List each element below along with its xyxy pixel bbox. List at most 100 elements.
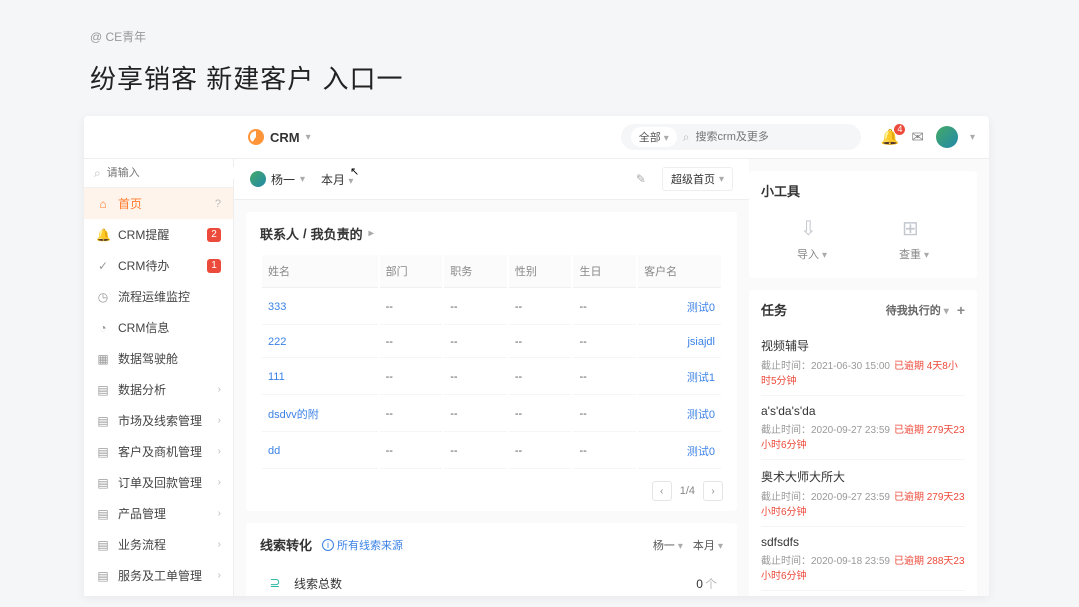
metric-label: 线索总数 — [294, 575, 342, 592]
chevron-down-icon: ▾ — [970, 132, 975, 143]
contact-name[interactable]: 222 — [262, 327, 378, 358]
chevron-right-icon: › — [218, 539, 221, 550]
column-header: 客户名 — [638, 255, 721, 288]
inbox-icon[interactable]: ✉ — [911, 128, 924, 146]
column-header: 性别 — [509, 255, 572, 288]
brand-icon — [248, 129, 264, 145]
task-item[interactable]: zxvx 截止时间：2020-09-18 23:59已逾期 288天23小时6分… — [761, 591, 965, 596]
table-row[interactable]: 222 ---- ---- jsiajdl — [262, 327, 721, 358]
sidebar-item-label: 市场及线索管理 — [118, 412, 210, 429]
sidebar-item[interactable]: ▤ 订单及回款管理 › — [84, 467, 233, 498]
customer-link[interactable]: 测试0 — [638, 290, 721, 325]
task-item[interactable]: 视频辅导 截止时间：2021-06-30 15:00已逾期 4天8小时5分钟 — [761, 329, 965, 396]
overdue-badge: 已逾期 288天23小时6分钟 — [761, 556, 965, 582]
overdue-badge: 已逾期 279天23小时6分钟 — [761, 425, 965, 451]
next-page-button[interactable]: › — [703, 481, 723, 501]
task-item[interactable]: a's'da's'da 截止时间：2020-09-27 23:59已逾期 279… — [761, 396, 965, 460]
menu-icon: 🔔 — [96, 228, 110, 242]
sidebar-item[interactable]: ◔ CRM信息 — [84, 312, 233, 343]
task-deadline: 截止时间：2021-06-30 15:00已逾期 4天8小时5分钟 — [761, 357, 965, 387]
sidebar-item[interactable]: ◷ 流程运维监控 — [84, 281, 233, 312]
search-icon: ⌕ — [683, 130, 690, 145]
search-icon: ⌕ — [94, 166, 101, 181]
tasks-widget: 任务 待我执行的 ▾ + 视频辅导 截止时间：2021-06-30 15:00已… — [749, 290, 977, 596]
table-row[interactable]: 333 ---- ---- 测试0 — [262, 290, 721, 325]
menu-icon: ▤ — [96, 445, 110, 459]
sidebar-item[interactable]: ▤ 数据分析 › — [84, 374, 233, 405]
prev-page-button[interactable]: ‹ — [652, 481, 672, 501]
sidebar-item-label: CRM待办 — [118, 257, 199, 274]
customer-link[interactable]: 测试0 — [638, 434, 721, 469]
customer-link[interactable]: 测试0 — [638, 397, 721, 432]
sidebar-item[interactable]: ✓ CRM待办 1 — [84, 250, 233, 281]
sidebar-item[interactable]: ⌂ 首页 ? — [84, 188, 233, 219]
menu-icon: ▤ — [96, 538, 110, 552]
chevron-right-icon: › — [218, 446, 221, 457]
search-input[interactable] — [696, 131, 851, 143]
sidebar-item[interactable]: ▤ 产品管理 › — [84, 498, 233, 529]
filter-user-dropdown[interactable]: 杨一 ▾ — [250, 171, 305, 188]
sidebar-item[interactable]: ▤ 客户及商机管理 › — [84, 436, 233, 467]
attribution: @ CE青年 — [90, 28, 989, 45]
sidebar-item[interactable]: 🔔 CRM提醒 2 — [84, 219, 233, 250]
contact-name[interactable]: dsdvv的附 — [262, 397, 378, 432]
sidebar-item-label: 订单及回款管理 — [118, 474, 210, 491]
sidebar-item[interactable]: ▦ 数据驾驶舱 — [84, 343, 233, 374]
brand-dropdown[interactable]: CRM ▾ — [248, 129, 311, 145]
tasks-tab-dropdown[interactable]: 待我执行的 ▾ — [886, 302, 949, 318]
leads-filter-user[interactable]: 杨一 ▾ — [653, 537, 683, 553]
task-name: a's'da's'da — [761, 404, 965, 418]
overdue-badge: 已逾期 4天8小时5分钟 — [761, 361, 958, 387]
leads-filter-period[interactable]: 本月 ▾ — [693, 537, 723, 553]
notification-bell-icon[interactable]: 🔔4 — [881, 128, 900, 146]
global-search[interactable]: 全部 ▾ ⌕ — [621, 124, 861, 150]
customer-link[interactable]: jsiajdl — [638, 327, 721, 358]
sidebar-item[interactable]: ▤ 业务流程 › — [84, 529, 233, 560]
sidebar-item[interactable]: ▤ 服务及工单管理 › — [84, 560, 233, 591]
tool-label: 导入 ▾ — [797, 246, 827, 262]
filter-period-dropdown[interactable]: 本月 ▾ — [321, 171, 353, 188]
user-avatar[interactable] — [936, 126, 958, 148]
contacts-title[interactable]: 联系人 / 我负责的 ▸ — [260, 224, 723, 243]
home-dropdown[interactable]: 超级首页 ▾ — [662, 167, 733, 191]
add-task-button[interactable]: + — [957, 302, 965, 318]
task-item[interactable]: sdfsdfs 截止时间：2020-09-18 23:59已逾期 288天23小… — [761, 527, 965, 591]
menu-icon: ◷ — [96, 290, 110, 304]
sidebar-item-label: 服务及工单管理 — [118, 567, 210, 584]
leads-panel: 线索转化 i 所有线索来源 杨一 ▾ 本月 ▾ ⊇ 线索总数 0个 ▦ 转化为客… — [246, 523, 737, 596]
tools-widget: 小工具 ⇩ 导入 ▾ ⊞ 查重 ▾ — [749, 171, 977, 278]
column-header: 姓名 — [262, 255, 378, 288]
contact-name[interactable]: dd — [262, 434, 378, 469]
search-scope[interactable]: 全部 ▾ — [631, 127, 677, 147]
page-indicator: 1/4 — [680, 485, 695, 497]
sidebar-search-input[interactable] — [107, 167, 249, 179]
count-badge: 1 — [207, 259, 221, 273]
customer-link[interactable]: 测试1 — [638, 360, 721, 395]
table-row[interactable]: dd ---- ---- 测试0 — [262, 434, 721, 469]
contacts-panel: 联系人 / 我负责的 ▸ 姓名部门职务性别生日客户名 333 ---- ----… — [246, 212, 737, 511]
tool-icon: ⊞ — [902, 216, 926, 240]
edit-icon[interactable]: ✎ — [636, 172, 646, 186]
column-header: 部门 — [380, 255, 443, 288]
contact-name[interactable]: 333 — [262, 290, 378, 325]
metric-icon: ⊇ — [266, 574, 284, 592]
task-item[interactable]: 奥术大师大所大 截止时间：2020-09-27 23:59已逾期 279天23小… — [761, 460, 965, 527]
chevron-right-icon: › — [218, 570, 221, 581]
menu-icon: ▦ — [96, 352, 110, 366]
avatar-icon — [250, 171, 266, 187]
sidebar-item-label: 数据分析 — [118, 381, 210, 398]
menu-icon: ✓ — [96, 259, 110, 273]
sidebar-item[interactable]: ▤ 市场及线索管理 › — [84, 405, 233, 436]
contact-name[interactable]: 111 — [262, 360, 378, 395]
task-name: sdfsdfs — [761, 535, 965, 549]
table-row[interactable]: 111 ---- ---- 测试1 — [262, 360, 721, 395]
tool-button[interactable]: ⇩ 导入 ▾ — [797, 216, 827, 262]
table-row[interactable]: dsdvv的附 ---- ---- 测试0 — [262, 397, 721, 432]
sidebar-item[interactable]: ☺ 人员 — [84, 591, 233, 596]
tools-title: 小工具 — [761, 181, 965, 200]
bell-badge: 4 — [894, 124, 905, 135]
leads-source-link[interactable]: i 所有线索来源 — [322, 537, 403, 553]
chevron-down-icon: ▾ — [719, 174, 724, 185]
help-icon: ? — [215, 198, 221, 210]
tool-button[interactable]: ⊞ 查重 ▾ — [899, 216, 929, 262]
